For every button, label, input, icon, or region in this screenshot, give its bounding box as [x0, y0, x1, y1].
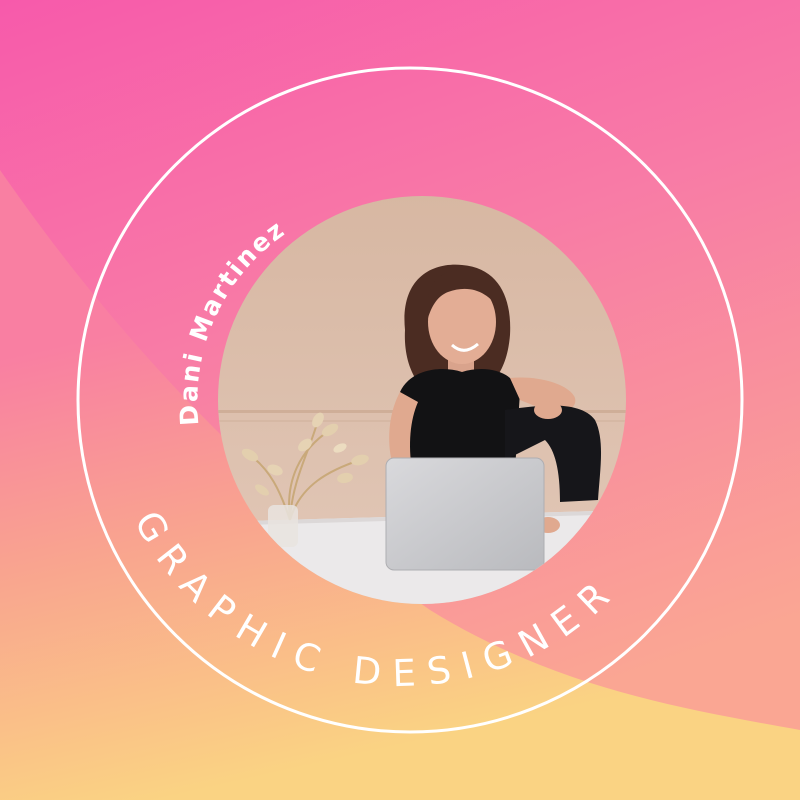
profile-card: Dani Martinez GRAPHIC DESIGNER: [0, 0, 800, 800]
badge-ring: Dani Martinez GRAPHIC DESIGNER: [76, 66, 744, 734]
name-label: Dani Martinez: [174, 214, 291, 427]
job-title-label: GRAPHIC DESIGNER: [126, 504, 627, 696]
